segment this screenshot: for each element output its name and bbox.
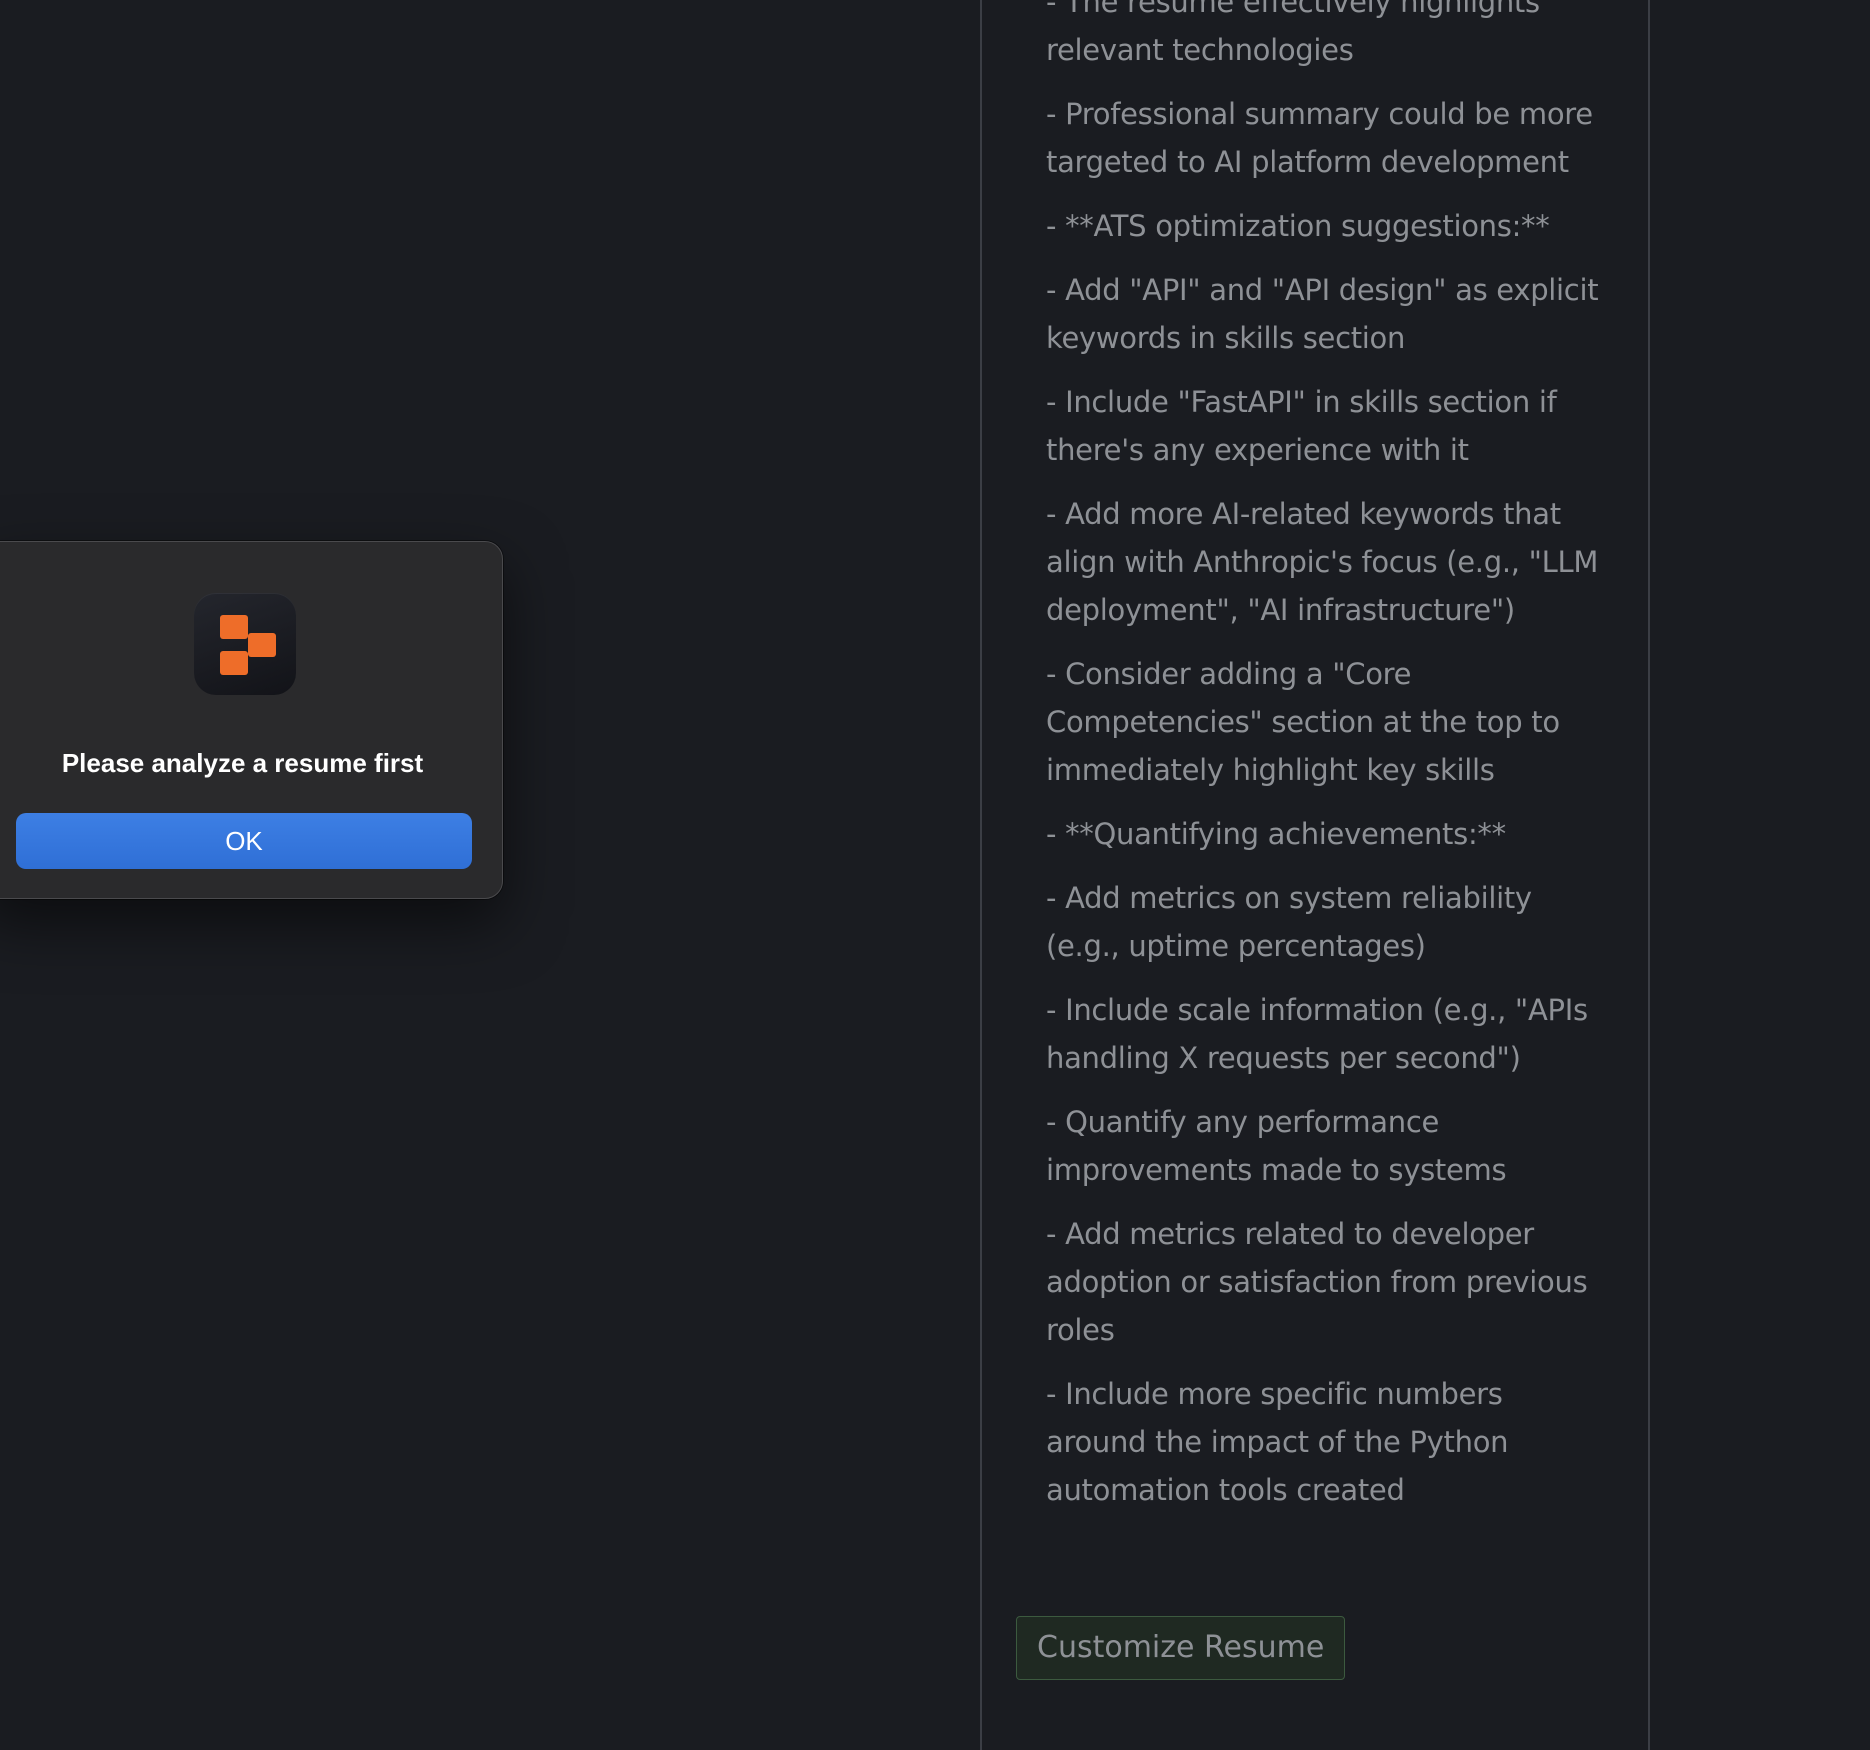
app-window: - The resume effectively highlights rele… xyxy=(0,0,1870,1750)
logo-square xyxy=(220,615,248,639)
alert-dialog: Please analyze a resume first OK xyxy=(0,541,503,899)
list-item: - Include more specific numbers around t… xyxy=(1046,1377,1509,1507)
feedback-list: - The resume effectively highlights rele… xyxy=(1046,0,1606,1530)
list-item: - Professional summary could be more tar… xyxy=(1046,97,1593,179)
list-item: - Include scale information (e.g., "APIs… xyxy=(1046,993,1588,1075)
analysis-panel: - The resume effectively highlights rele… xyxy=(980,0,1650,1750)
list-item: - Add more AI-related keywords that alig… xyxy=(1046,497,1599,627)
list-item: - Add "API" and "API design" as explicit… xyxy=(1046,273,1599,355)
list-item: - **ATS optimization suggestions:** xyxy=(1046,209,1550,243)
list-item: - Consider adding a "Core Competencies" … xyxy=(1046,657,1560,787)
list-item: - The resume effectively highlights rele… xyxy=(1046,0,1540,67)
customize-resume-button[interactable]: Customize Resume xyxy=(1016,1616,1346,1680)
dialog-message: Please analyze a resume first xyxy=(61,748,424,778)
list-item: - Add metrics related to developer adopt… xyxy=(1046,1217,1588,1347)
logo-square xyxy=(220,651,248,675)
logo-square xyxy=(248,633,276,657)
list-item: - **Quantifying achievements:** xyxy=(1046,817,1506,851)
list-item: - Quantify any performance improvements … xyxy=(1046,1105,1507,1187)
list-item: - Include "FastAPI" in skills section if… xyxy=(1046,385,1557,467)
app-logo-icon xyxy=(194,593,296,695)
list-item: - Add metrics on system reliability (e.g… xyxy=(1046,881,1532,963)
ok-button[interactable]: OK xyxy=(16,813,472,869)
